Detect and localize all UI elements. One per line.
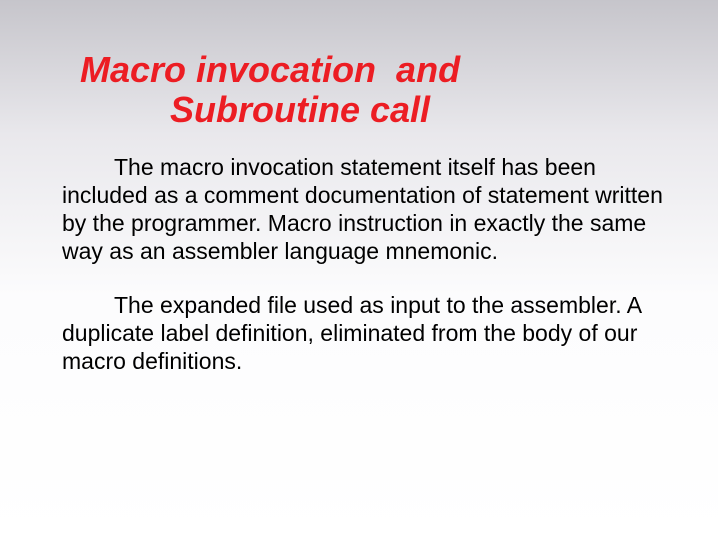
paragraph-1: The macro invocation statement itself ha… [62,153,670,265]
slide-title: Macro invocation and Subroutine call [80,50,670,131]
slide: Macro invocation and Subroutine call The… [0,0,718,539]
paragraph-2: The expanded file used as input to the a… [62,291,670,375]
